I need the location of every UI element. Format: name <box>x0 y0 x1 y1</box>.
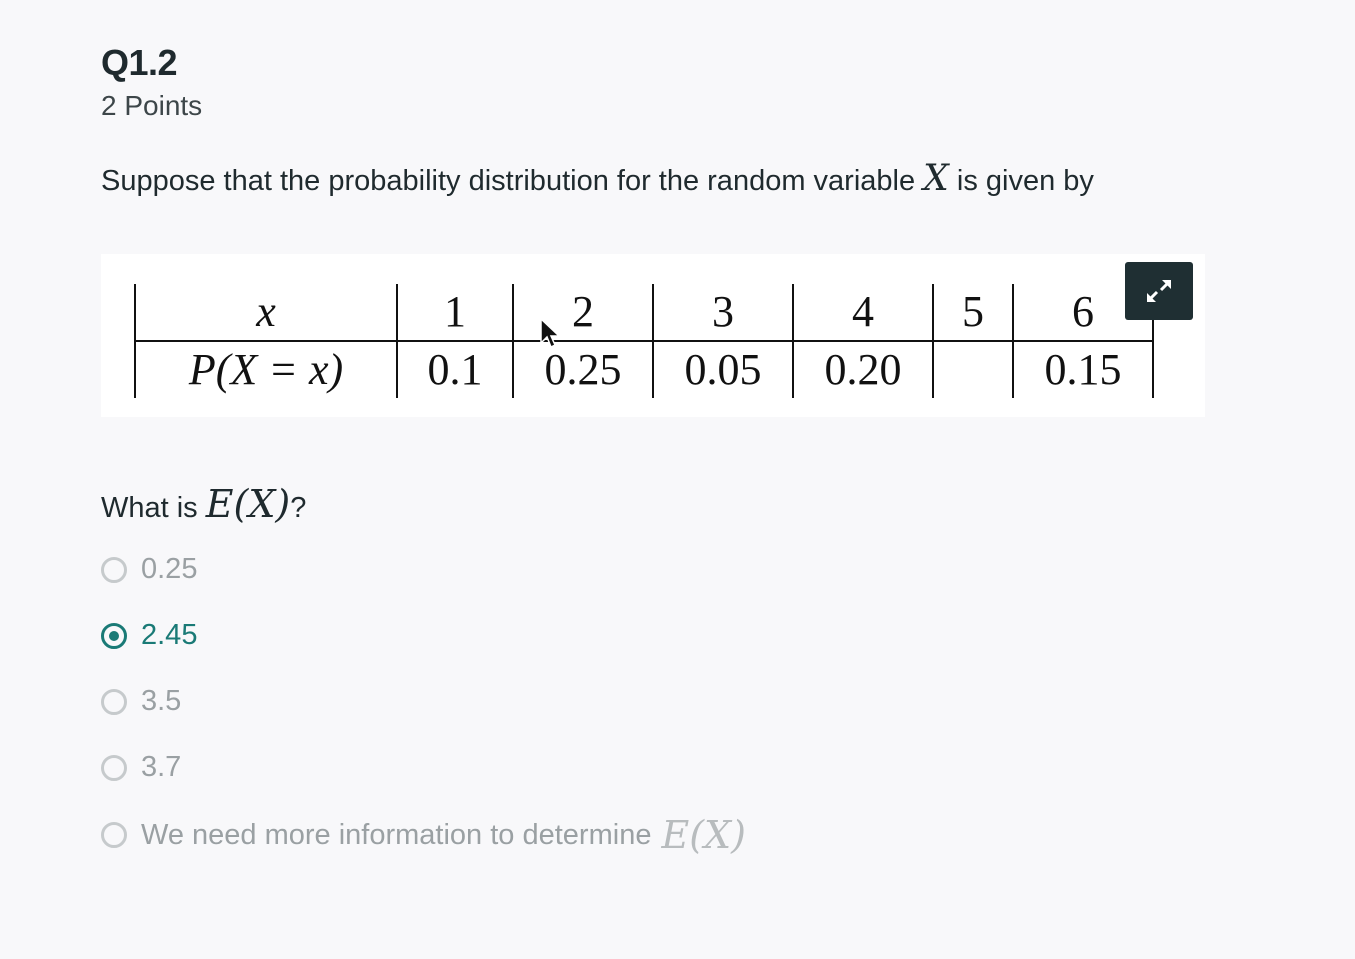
prompt-variable: X <box>923 158 949 199</box>
option-label: 3.7 <box>141 751 182 783</box>
table-row-x: x 1 2 3 4 5 6 <box>134 284 1154 342</box>
sub-question: What is E(X)? <box>101 482 306 526</box>
table-header-x: x <box>134 284 397 342</box>
answer-option[interactable]: 0.25 <box>101 553 197 586</box>
expand-image-button[interactable] <box>1125 262 1193 320</box>
option-label: 0.25 <box>141 553 198 585</box>
question-prompt: Suppose that the probability distributio… <box>101 158 1094 199</box>
table-header-p: P(X = x) <box>134 341 397 398</box>
distribution-table: x 1 2 3 4 5 6 P(X = x) 0.1 0.25 0.05 0.2… <box>134 284 1154 398</box>
table-cell-p <box>932 341 1013 398</box>
distribution-table-image: x 1 2 3 4 5 6 P(X = x) 0.1 0.25 0.05 0.2… <box>101 254 1205 417</box>
table-cell-x: 2 <box>512 284 653 342</box>
answer-option[interactable]: We need more information to determine E(… <box>101 813 746 857</box>
table-cell-x: 4 <box>792 284 933 342</box>
sub-question-text: What is <box>101 492 198 524</box>
expand-arrows-icon <box>1146 279 1172 303</box>
mouse-cursor-icon <box>540 317 561 349</box>
table-cell-p: 0.20 <box>792 341 933 398</box>
radio-button[interactable] <box>101 688 127 715</box>
table-cell-x: 3 <box>652 284 793 342</box>
sub-question-math: E(X) <box>205 482 291 526</box>
table-cell-p: 0.1 <box>396 341 513 398</box>
question-page: Q1.2 2 Points Suppose that the probabili… <box>0 0 1355 959</box>
radio-button[interactable] <box>101 754 127 781</box>
table-cell-x: 1 <box>396 284 513 342</box>
sub-question-tail: ? <box>290 492 307 524</box>
option-label: We need more information to determine <box>141 818 652 851</box>
option-math: E(X) <box>661 813 746 857</box>
radio-button-selected[interactable] <box>101 622 127 649</box>
question-points: 2 Points <box>101 90 203 121</box>
table-cell-p: 0.15 <box>1012 341 1154 398</box>
question-number: Q1.2 <box>101 42 178 83</box>
table-cell-x: 5 <box>932 284 1013 342</box>
radio-button[interactable] <box>101 822 127 848</box>
table-row-p: P(X = x) 0.1 0.25 0.05 0.20 0.15 <box>134 341 1154 398</box>
table-cell-p: 0.05 <box>652 341 793 398</box>
radio-button[interactable] <box>101 556 127 583</box>
prompt-tail: is given by <box>956 165 1094 197</box>
answer-option[interactable]: 3.5 <box>101 685 181 718</box>
prompt-text: Suppose that the probability distributio… <box>101 165 916 197</box>
option-label: 2.45 <box>141 619 198 651</box>
answer-option[interactable]: 2.45 <box>101 619 197 652</box>
table-cell-p: 0.25 <box>512 341 653 398</box>
answer-option[interactable]: 3.7 <box>101 751 181 784</box>
option-label: 3.5 <box>141 685 182 717</box>
